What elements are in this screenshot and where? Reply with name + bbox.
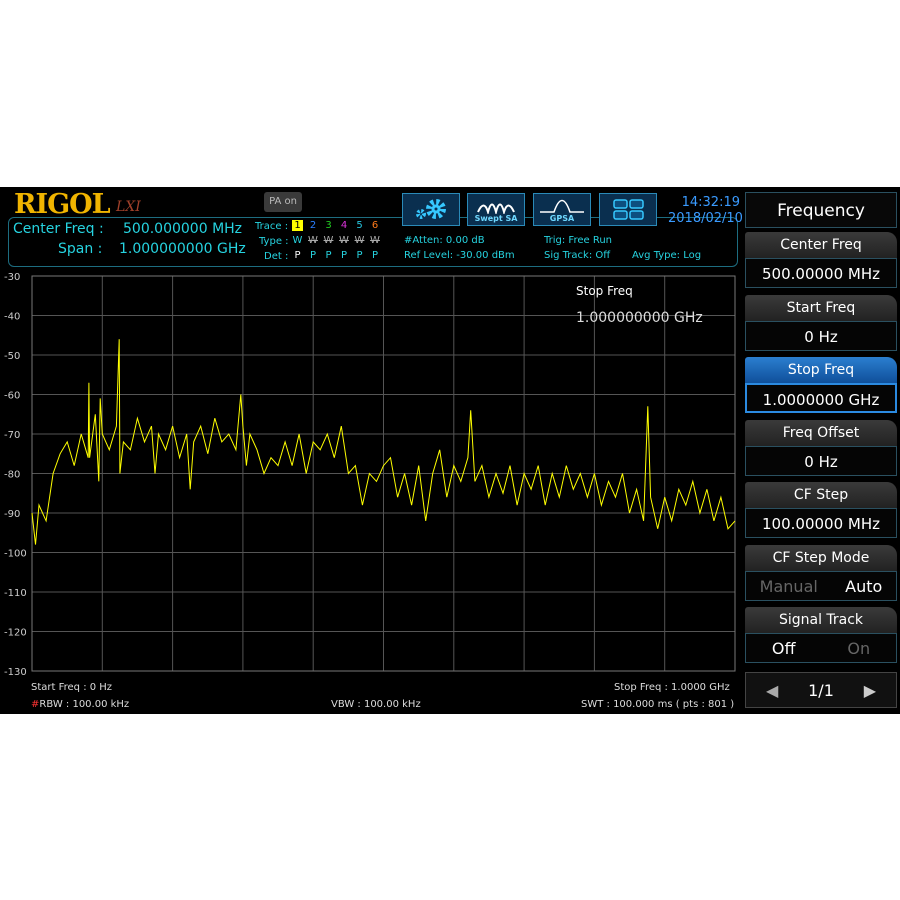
softkey-value: 0 Hz (745, 445, 897, 476)
softkey-label: Start Freq (745, 294, 897, 321)
sig-track: Sig Track: Off (544, 250, 611, 261)
y-tick-label: -30 (4, 272, 20, 283)
trig: Trig: Free Run (544, 235, 612, 246)
settings-button[interactable] (402, 193, 460, 226)
time: 14:32:19 (681, 195, 740, 210)
trace-1-button[interactable]: 1 (292, 220, 303, 231)
gear-icon (416, 199, 446, 219)
y-tick-label: -130 (4, 667, 27, 678)
analyzer-screen: RIGOL LXI PA on Center Freq : 500.000000… (0, 187, 900, 714)
option-manual[interactable]: Manual (760, 572, 818, 600)
y-tick-label: -110 (4, 588, 27, 599)
start-freq-readout: Start Freq : 0 Hz (31, 682, 113, 693)
y-tick-label: -90 (4, 509, 20, 520)
stop-freq-readout: Stop Freq : 1.0000 GHz (614, 682, 730, 693)
softkey-options: Off On (745, 633, 897, 663)
softkey-label: Freq Offset (745, 419, 897, 446)
pa-on-button[interactable]: PA on (264, 192, 302, 212)
spectrum-plot[interactable]: -30 -40 -50 -60 -70 -80 -90 -100 -110 -120 -130 (0, 267, 740, 687)
window-layout-icon (613, 199, 644, 220)
y-tick-label: -80 (4, 470, 20, 481)
det-label: Det : (264, 251, 289, 262)
trace-type: W (339, 235, 349, 246)
option-auto[interactable]: Auto (845, 572, 882, 600)
gpsa-label: GPSA (549, 213, 575, 223)
marker-label: Stop Freq (576, 284, 633, 298)
trace-detector: P (294, 250, 301, 261)
trace-5-button[interactable]: 5 (354, 220, 365, 231)
trace-detector: P (356, 250, 363, 261)
softkey-freq-offset[interactable]: Freq Offset 0 Hz (745, 419, 897, 476)
layout-button[interactable] (599, 193, 657, 226)
trace-type: W (308, 235, 318, 246)
trace-2-button[interactable]: 2 (308, 220, 319, 231)
menu-title: Frequency (745, 192, 897, 228)
softkey-options: Manual Auto (745, 570, 897, 601)
softkey-start-freq[interactable]: Start Freq 0 Hz (745, 294, 897, 351)
rigol-logo: RIGOL (14, 189, 111, 220)
softkey-cf-step[interactable]: CF Step 100.00000 MHz (745, 482, 897, 538)
option-on[interactable]: On (847, 634, 870, 662)
y-tick-label: -40 (4, 312, 20, 323)
y-tick-label: -120 (4, 628, 27, 639)
atten: #Atten: 0.00 dB (404, 235, 485, 246)
softkey-cf-step-mode[interactable]: CF Step Mode Manual Auto (745, 544, 897, 601)
trace-detector: P (325, 250, 332, 261)
trace-detector: P (340, 250, 348, 261)
softkey-value: 100.00000 MHz (745, 508, 897, 538)
trace-label: Trace : (255, 221, 289, 232)
avg-type: Avg Type: Log (632, 250, 702, 261)
page-nav: ◀ 1/1 ▶ (745, 672, 897, 708)
softkey-value: 1.0000000 GHz (745, 383, 897, 413)
y-tick-label: -100 (4, 549, 27, 560)
swept-sa-button[interactable]: Swept SA (467, 193, 525, 226)
vbw-readout: VBW : 100.00 kHz (331, 699, 421, 710)
swept-sa-label: Swept SA (474, 213, 518, 223)
center-freq-value: 500.000000 MHz (123, 221, 243, 237)
option-off[interactable]: Off (772, 634, 796, 662)
softkey-label: CF Step (745, 482, 897, 508)
softkey-label: CF Step Mode (745, 544, 897, 571)
gpsa-button[interactable]: GPSA (533, 193, 591, 226)
span-label: Span : (58, 241, 103, 257)
gpsa-icon (540, 199, 584, 213)
softkey-value: 500.00000 MHz (745, 258, 897, 288)
rbw-readout: #RBW : 100.00 kHz (31, 699, 129, 710)
y-tick-label: -70 (4, 430, 20, 441)
softkey-label: Center Freq (745, 232, 897, 258)
trace-type: W (370, 235, 380, 246)
type-label: Type : (259, 236, 289, 247)
marker-value: 1.000000000 GHz (576, 310, 703, 326)
trace-type: W (292, 235, 303, 246)
y-tick-label: -50 (4, 351, 20, 362)
rbw-value: RBW : 100.00 kHz (39, 699, 130, 710)
trace-detector: P (371, 250, 379, 261)
trace-4-button[interactable]: 4 (339, 220, 350, 231)
trace-3-button[interactable]: 3 (323, 220, 334, 231)
softkey-signal-track[interactable]: Signal Track Off On (745, 607, 897, 663)
clock: 14:32:19 2018/02/10 (668, 195, 743, 227)
trace-type: W (354, 235, 365, 246)
softkey-stop-freq[interactable]: Stop Freq 1.0000000 GHz (745, 357, 897, 413)
softkey-value: 0 Hz (745, 320, 897, 351)
softkey-label: Stop Freq (745, 357, 897, 383)
date: 2018/02/10 (668, 211, 743, 226)
ref-level: Ref Level: -30.00 dBm (404, 250, 515, 261)
softkey-center-freq[interactable]: Center Freq 500.00000 MHz (745, 232, 897, 288)
span-value: 1.000000000 GHz (119, 241, 246, 257)
trace-6-button[interactable]: 6 (370, 220, 381, 231)
center-freq-label: Center Freq : (13, 221, 104, 237)
y-tick-label: -60 (4, 391, 20, 402)
trace-type: W (323, 235, 334, 246)
trace-detector: P (309, 250, 317, 261)
next-page-button[interactable]: ▶ (864, 681, 876, 700)
softkey-label: Signal Track (745, 607, 897, 633)
swt-readout: SWT : 100.000 ms ( pts : 801 ) (581, 699, 735, 710)
swept-sa-icon (477, 203, 515, 214)
lxi-logo: LXI (116, 199, 141, 215)
